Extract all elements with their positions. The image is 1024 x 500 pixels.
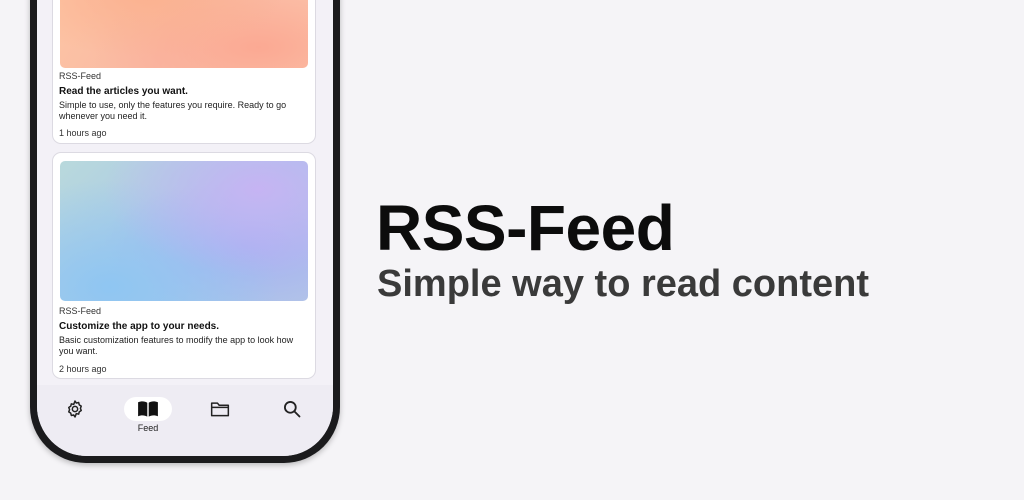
- phone-mockup: RSS-Feed Read the articles you want. Sim…: [30, 0, 340, 463]
- nav-feed[interactable]: Feed: [113, 385, 183, 445]
- article-time: 2 hours ago: [59, 364, 107, 374]
- nav-feed-label: Feed: [137, 423, 159, 433]
- article-thumbnail: [60, 0, 308, 68]
- article-source: RSS-Feed: [59, 71, 102, 81]
- nav-active-pill: [124, 397, 172, 421]
- article-thumbnail: [60, 161, 308, 301]
- bottom-nav: Feed: [37, 385, 333, 456]
- nav-search[interactable]: [257, 385, 327, 445]
- folder-icon: [210, 402, 230, 417]
- nav-folders[interactable]: [185, 385, 255, 445]
- article-card[interactable]: RSS-Feed Customize the app to your needs…: [52, 152, 316, 379]
- article-title: Read the articles you want.: [59, 86, 188, 97]
- search-icon: [284, 401, 301, 418]
- promo-subline: Simple way to read content: [377, 263, 869, 305]
- book-icon: [138, 401, 158, 417]
- article-card[interactable]: RSS-Feed Read the articles you want. Sim…: [52, 0, 316, 144]
- article-title: Customize the app to your needs.: [59, 321, 220, 332]
- phone-screen: RSS-Feed Read the articles you want. Sim…: [37, 0, 333, 456]
- article-description: Simple to use, only the features you req…: [59, 100, 287, 121]
- article-source: RSS-Feed: [59, 306, 102, 316]
- nav-settings[interactable]: [40, 385, 110, 445]
- gear-icon: [68, 400, 82, 418]
- article-description: Basic customization features to modify t…: [59, 335, 294, 356]
- promo-headline: RSS-Feed: [376, 192, 675, 264]
- article-time: 1 hours ago: [59, 128, 107, 138]
